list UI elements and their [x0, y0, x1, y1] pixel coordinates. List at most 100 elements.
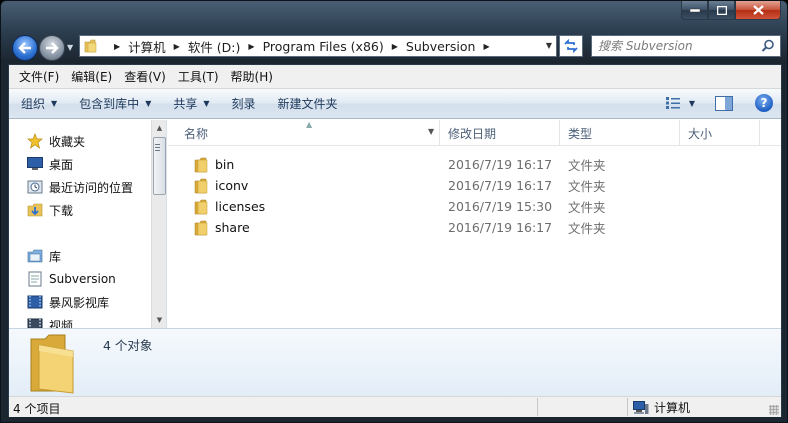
scroll-up-icon[interactable]: ▲	[152, 120, 166, 136]
file-date: 2016/7/19 16:17	[448, 220, 553, 235]
column-header-name-label: 名称	[184, 126, 209, 141]
nav-desktop-label: 桌面	[49, 157, 74, 172]
burn-button[interactable]: 刻录	[232, 95, 256, 112]
menu-file[interactable]: 文件(F)	[13, 68, 65, 85]
status-location-label: 计算机	[654, 401, 691, 415]
maximize-button[interactable]	[708, 1, 735, 20]
nav-libraries[interactable]: 库	[27, 245, 61, 267]
file-type: 文件夹	[568, 200, 606, 215]
preview-pane-button[interactable]	[715, 95, 733, 111]
file-row[interactable]: iconv 2016/7/19 16:17 文件夹	[168, 175, 781, 196]
window-controls	[681, 1, 781, 21]
menu-tools[interactable]: 工具(T)	[172, 68, 225, 85]
organize-button[interactable]: 组织 ▼	[21, 95, 57, 112]
details-pane: 4 个对象	[9, 328, 781, 396]
menu-help[interactable]: 帮助(H)	[225, 68, 279, 85]
search-icon[interactable]	[761, 39, 775, 53]
chevron-down-icon[interactable]: ▼	[689, 99, 695, 108]
back-button[interactable]	[12, 35, 38, 61]
column-filter-dropdown[interactable]: ▼	[428, 127, 434, 136]
preview-pane-icon	[715, 95, 733, 111]
include-in-library-label: 包含到库中	[79, 97, 140, 111]
file-list: 名称 ▲ ▼ 修改日期 类型 大小 bin 2016/7/19 16:17 文件…	[168, 120, 781, 328]
file-type: 文件夹	[568, 158, 606, 173]
file-name: share	[215, 220, 250, 235]
menu-edit[interactable]: 编辑(E)	[65, 68, 118, 85]
video-library-icon	[27, 294, 43, 310]
nav-baofeng-label: 暴风影视库	[49, 295, 110, 310]
breadcrumb-separator[interactable]: ▶	[174, 42, 180, 51]
nav-videos[interactable]: 视频	[27, 314, 73, 328]
breadcrumb-separator[interactable]: ▶	[114, 42, 120, 51]
address-history-dropdown[interactable]: ▼	[546, 41, 552, 50]
refresh-button[interactable]	[559, 35, 583, 57]
minimize-button[interactable]	[681, 1, 708, 20]
breadcrumb-drive-d[interactable]: 软件 (D:)	[188, 37, 241, 56]
column-header-date[interactable]: 修改日期	[440, 120, 560, 146]
nav-baofeng-library[interactable]: 暴风影视库	[27, 291, 109, 313]
breadcrumb-program-files[interactable]: Program Files (x86)	[263, 39, 384, 54]
file-row[interactable]: share 2016/7/19 16:17 文件夹	[168, 217, 781, 238]
computer-icon	[633, 400, 649, 414]
navigation-pane-scrollbar[interactable]: ▲ ▼	[151, 120, 166, 328]
navigation-pane: 收藏夹 桌面 最近访问的位置 下载 库 Subversion 暴风影视库 视频 …	[9, 120, 167, 328]
column-header-date-label: 修改日期	[448, 126, 497, 141]
share-button[interactable]: 共享 ▼	[173, 95, 209, 112]
nav-libraries-label: 库	[49, 249, 62, 264]
nav-downloads-label: 下载	[49, 203, 74, 218]
nav-desktop[interactable]: 桌面	[27, 153, 73, 175]
large-folder-icon	[30, 334, 74, 394]
file-name-cell: bin	[194, 154, 234, 175]
chevron-down-icon: ▼	[145, 99, 152, 108]
arrow-right-icon	[46, 42, 59, 54]
file-type: 文件夹	[568, 179, 606, 194]
folder-icon	[194, 157, 208, 172]
forward-button[interactable]	[39, 35, 65, 61]
file-row[interactable]: licenses 2016/7/19 15:30 文件夹	[168, 196, 781, 217]
new-folder-button[interactable]: 新建文件夹	[278, 95, 338, 112]
recent-pages-dropdown[interactable]: ▼	[67, 43, 73, 52]
file-date: 2016/7/19 15:30	[448, 199, 553, 214]
search-input[interactable]	[598, 39, 758, 53]
nav-recent-places[interactable]: 最近访问的位置	[27, 176, 133, 198]
help-button[interactable]: ?	[755, 94, 773, 112]
chevron-down-icon: ▼	[203, 99, 210, 108]
breadcrumb-computer[interactable]: 计算机	[128, 37, 166, 56]
videos-icon	[27, 317, 43, 328]
scroll-down-icon[interactable]: ▼	[152, 312, 166, 328]
file-name-cell: licenses	[194, 196, 265, 217]
breadcrumb-separator[interactable]: ▶	[392, 42, 398, 51]
view-controls: ▼ ?	[651, 94, 773, 112]
nav-recent-places-label: 最近访问的位置	[49, 180, 134, 195]
nav-downloads[interactable]: 下载	[27, 199, 73, 221]
breadcrumb-separator[interactable]: ▶	[483, 42, 489, 51]
breadcrumb-separator[interactable]: ▶	[248, 42, 254, 51]
include-in-library-button[interactable]: 包含到库中 ▼	[79, 95, 151, 112]
menu-view[interactable]: 查看(V)	[118, 68, 172, 85]
status-bar: 4 个项目 计算机	[9, 396, 781, 417]
nav-subversion-library[interactable]: Subversion	[27, 268, 116, 290]
maximize-icon	[716, 5, 727, 15]
star-icon	[27, 133, 43, 149]
file-date: 2016/7/19 16:17	[448, 178, 553, 193]
change-view-button[interactable]: ▼	[665, 96, 695, 110]
recent-places-icon	[27, 179, 43, 195]
share-label: 共享	[173, 97, 198, 111]
column-header-size[interactable]: 大小	[680, 120, 760, 146]
column-header-type-label: 类型	[568, 126, 593, 141]
close-button[interactable]	[735, 1, 781, 20]
explorer-window: ▼ ▶ 计算机 ▶ 软件 (D:) ▶ Program Files (x86) …	[0, 0, 788, 423]
breadcrumb-subversion[interactable]: Subversion	[406, 39, 476, 54]
file-row[interactable]: bin 2016/7/19 16:17 文件夹	[168, 154, 781, 175]
folder-icon	[84, 39, 97, 53]
folder-icon	[194, 199, 208, 214]
column-header-type[interactable]: 类型	[560, 120, 680, 146]
resize-grip[interactable]	[769, 405, 779, 415]
selected-object-count: 4 个对象	[103, 338, 153, 353]
menu-bar: 文件(F) 编辑(E) 查看(V) 工具(T) 帮助(H)	[9, 65, 781, 89]
nav-favorites[interactable]: 收藏夹	[27, 130, 85, 152]
arrow-left-icon	[18, 42, 31, 54]
view-list-icon	[665, 97, 680, 109]
folder-icon	[194, 178, 208, 193]
address-bar[interactable]: ▶ 计算机 ▶ 软件 (D:) ▶ Program Files (x86) ▶ …	[79, 35, 557, 57]
